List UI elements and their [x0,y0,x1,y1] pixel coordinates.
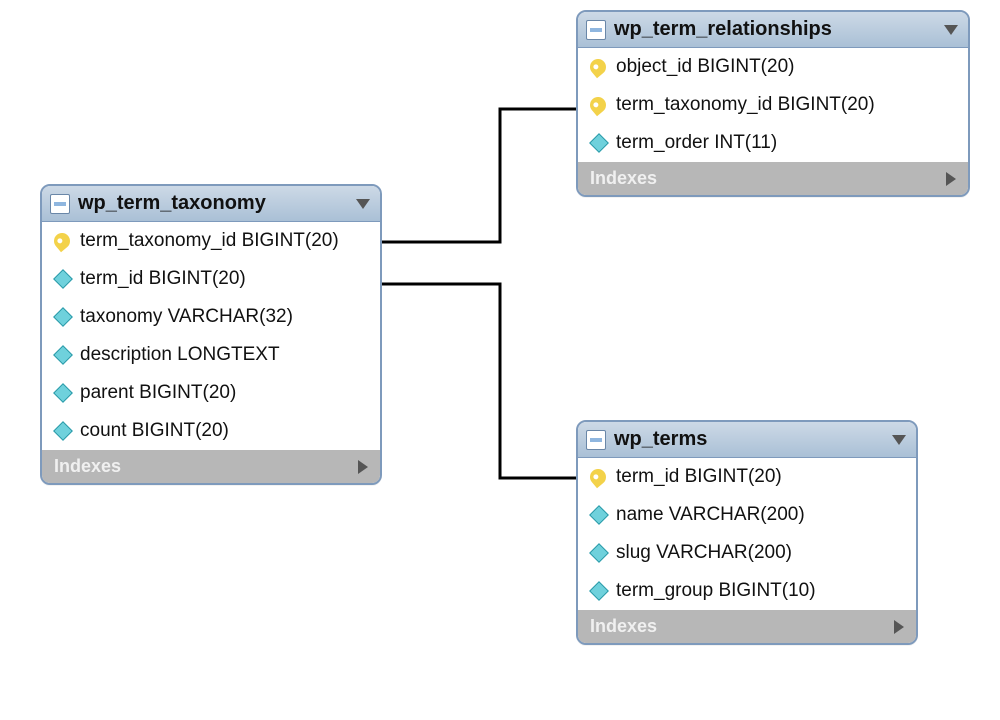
columns-list: term_id BIGINT(20) name VARCHAR(200) slug … [578,458,916,610]
column-row[interactable]: parent BIGINT(20) [42,374,380,412]
collapse-icon[interactable] [892,435,906,445]
diamond-icon [53,421,73,441]
key-icon [51,230,74,253]
column-text: slug VARCHAR(200) [616,542,792,564]
collapse-icon[interactable] [356,199,370,209]
column-row[interactable]: term_order INT(11) [578,124,968,162]
table-icon [586,430,606,450]
column-text: term_taxonomy_id BIGINT(20) [616,94,875,116]
key-icon [587,56,610,79]
relationship-line [378,284,576,478]
diamond-icon [53,345,73,365]
table-header[interactable]: wp_terms [578,422,916,458]
table-wp_term_taxonomy[interactable]: wp_term_taxonomy term_taxonomy_id BIGINT… [40,184,382,485]
table-header[interactable]: wp_term_relationships [578,12,968,48]
indexes-label: Indexes [54,456,121,477]
table-wp_term_relationships[interactable]: wp_term_relationships object_id BIGINT(2… [576,10,970,197]
expand-icon[interactable] [946,172,956,186]
column-text: term_id BIGINT(20) [616,466,782,488]
column-text: term_taxonomy_id BIGINT(20) [80,230,339,252]
indexes-section[interactable]: Indexes [42,450,380,483]
column-text: parent BIGINT(20) [80,382,236,404]
indexes-label: Indexes [590,168,657,189]
column-text: object_id BIGINT(20) [616,56,794,78]
collapse-icon[interactable] [944,25,958,35]
diamond-icon [53,269,73,289]
column-row[interactable]: taxonomy VARCHAR(32) [42,298,380,336]
column-row[interactable]: name VARCHAR(200) [578,496,916,534]
column-text: term_group BIGINT(10) [616,580,816,602]
expand-icon[interactable] [894,620,904,634]
indexes-section[interactable]: Indexes [578,162,968,195]
table-icon [50,194,70,214]
column-row[interactable]: description LONGTEXT [42,336,380,374]
column-row[interactable]: term_id BIGINT(20) [578,458,916,496]
column-row[interactable]: term_taxonomy_id BIGINT(20) [578,86,968,124]
column-row[interactable]: term_group BIGINT(10) [578,572,916,610]
diamond-icon [589,581,609,601]
column-text: term_order INT(11) [616,132,777,154]
columns-list: object_id BIGINT(20) term_taxonomy_id BIG… [578,48,968,162]
table-wp_terms[interactable]: wp_terms term_id BIGINT(20) name VARCHAR(… [576,420,918,645]
key-icon [587,466,610,489]
column-text: description LONGTEXT [80,344,280,366]
column-row[interactable]: object_id BIGINT(20) [578,48,968,86]
diamond-icon [53,383,73,403]
column-text: name VARCHAR(200) [616,504,805,526]
indexes-label: Indexes [590,616,657,637]
table-title: wp_term_taxonomy [78,192,348,215]
column-row[interactable]: term_id BIGINT(20) [42,260,380,298]
diamond-icon [53,307,73,327]
columns-list: term_taxonomy_id BIGINT(20) term_id BIGIN… [42,222,380,450]
column-text: term_id BIGINT(20) [80,268,246,290]
relationship-line [378,109,576,242]
table-title: wp_term_relationships [614,18,936,41]
column-row[interactable]: term_taxonomy_id BIGINT(20) [42,222,380,260]
diamond-icon [589,543,609,563]
key-icon [587,94,610,117]
table-header[interactable]: wp_term_taxonomy [42,186,380,222]
column-text: count BIGINT(20) [80,420,229,442]
column-text: taxonomy VARCHAR(32) [80,306,293,328]
table-icon [586,20,606,40]
column-row[interactable]: count BIGINT(20) [42,412,380,450]
er-diagram-canvas: { "tables": [ { "id": "wp_term_taxonomy"… [0,0,1000,720]
expand-icon[interactable] [358,460,368,474]
indexes-section[interactable]: Indexes [578,610,916,643]
diamond-icon [589,505,609,525]
diamond-icon [589,133,609,153]
column-row[interactable]: slug VARCHAR(200) [578,534,916,572]
table-title: wp_terms [614,428,884,451]
